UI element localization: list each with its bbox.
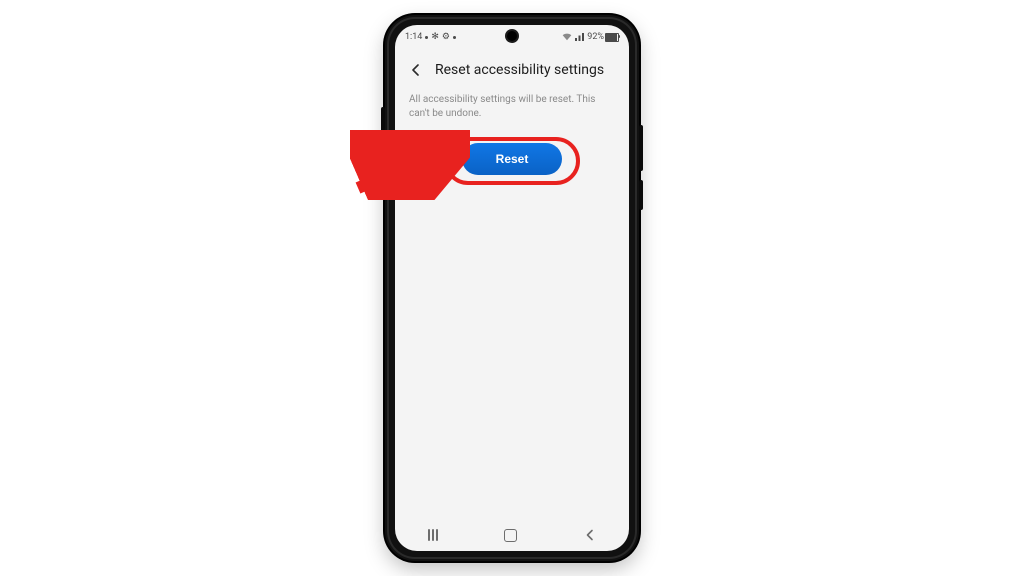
battery-indicator: 92% <box>587 32 619 42</box>
front-camera <box>507 31 517 41</box>
recents-button[interactable] <box>428 529 438 541</box>
nav-bar <box>395 519 629 551</box>
notification-dot-icon <box>453 36 456 39</box>
chevron-left-icon <box>410 64 422 76</box>
status-bar-right: 92% <box>562 32 619 42</box>
battery-pct: 92% <box>587 32 604 42</box>
chevron-left-icon <box>584 529 596 541</box>
bixby-button <box>381 107 385 133</box>
screen: 1:14 ✻ ⚙ 92% <box>395 25 629 551</box>
volume-button <box>639 125 643 171</box>
title-bar: Reset accessibility settings <box>395 49 629 91</box>
nav-back-button[interactable] <box>584 529 596 541</box>
home-button[interactable] <box>504 529 517 542</box>
settings-notif-icon: ✻ <box>431 33 439 42</box>
status-time: 1:14 <box>405 32 422 42</box>
description-text: All accessibility settings will be reset… <box>409 93 615 121</box>
notification-dot-icon <box>425 36 428 39</box>
back-button[interactable] <box>407 61 425 79</box>
battery-icon <box>605 33 619 42</box>
page-title: Reset accessibility settings <box>435 62 604 78</box>
power-button <box>639 180 643 210</box>
phone-frame: 1:14 ✻ ⚙ 92% <box>385 15 639 561</box>
signal-icon <box>575 33 584 41</box>
content-area: All accessibility settings will be reset… <box>395 91 629 519</box>
reset-button[interactable]: Reset <box>462 143 563 175</box>
wifi-icon <box>562 33 572 41</box>
gear-notif-icon: ⚙ <box>442 33 450 42</box>
status-bar-left: 1:14 ✻ ⚙ <box>405 32 456 42</box>
